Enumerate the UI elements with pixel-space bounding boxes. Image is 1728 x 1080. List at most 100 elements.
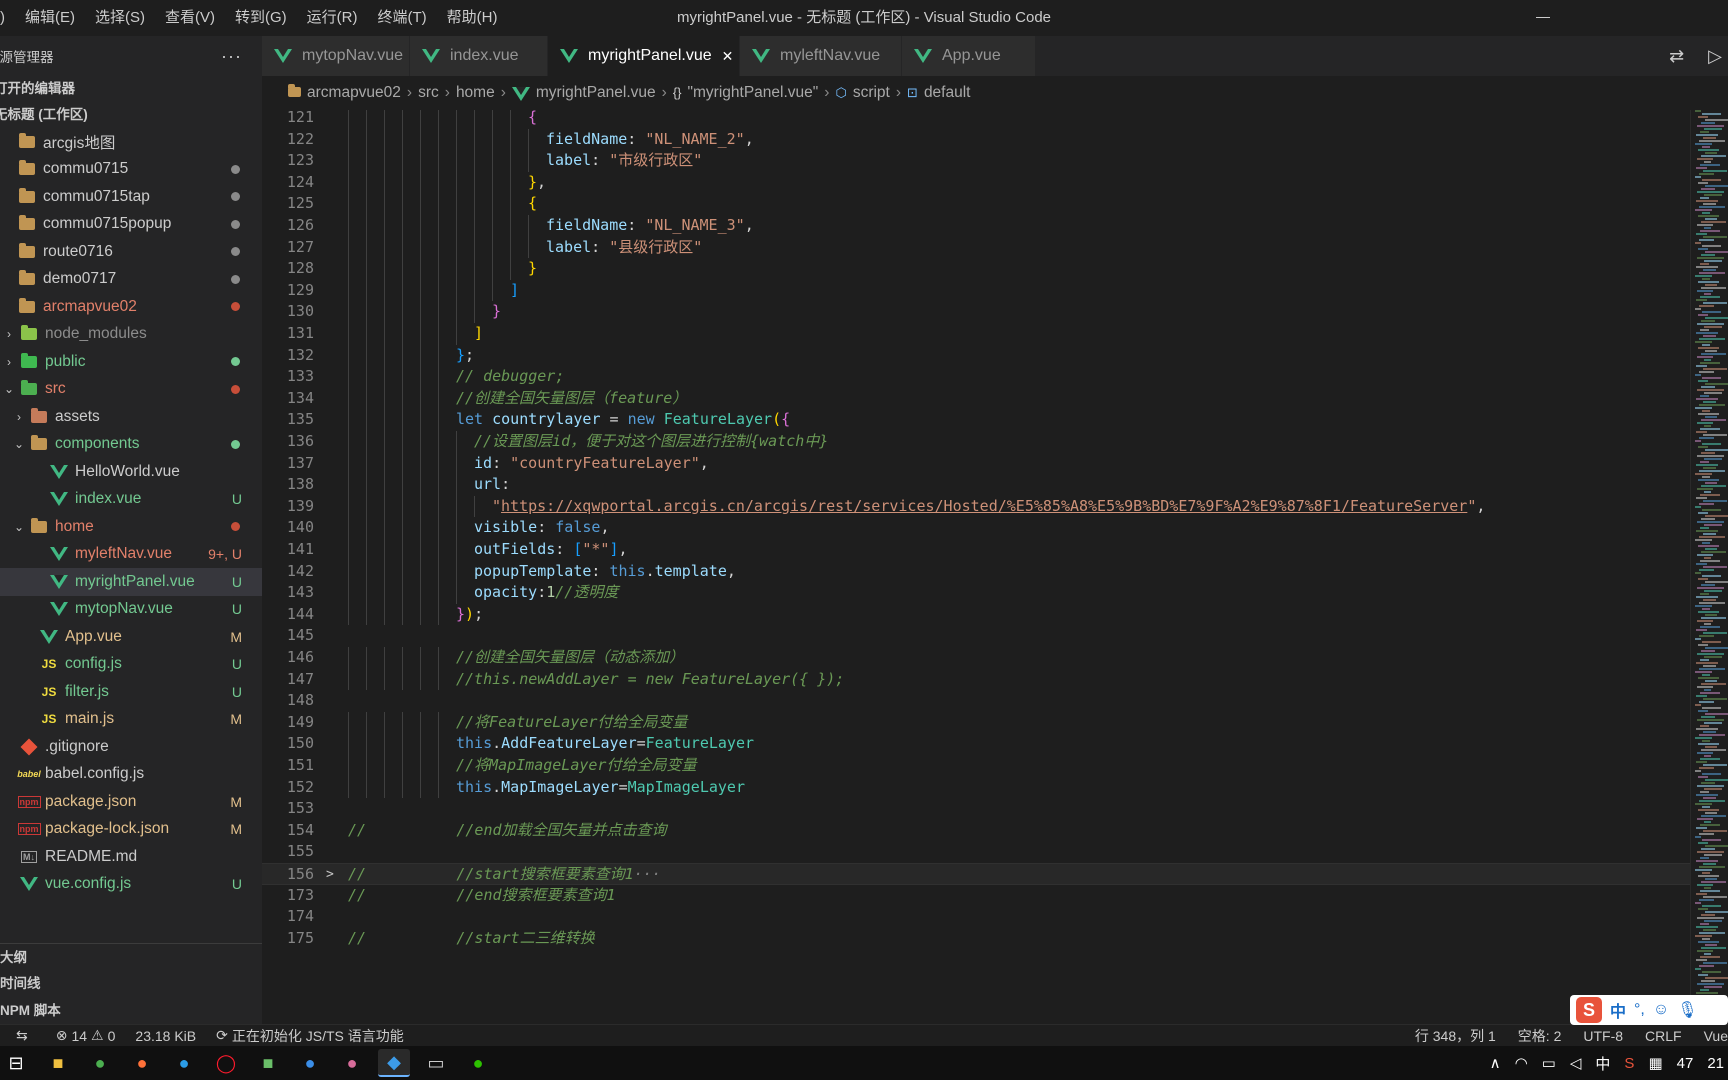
menu-item[interactable]: 选择(S) xyxy=(85,0,155,36)
clock[interactable]: 21 xyxy=(1707,1055,1724,1072)
menu-item[interactable]: 运行(R) xyxy=(297,0,368,36)
tree-item[interactable]: npm package-lock.json M xyxy=(0,816,262,844)
tree-item[interactable]: myleftNav.vue 9+, U xyxy=(0,541,262,569)
app-icon[interactable]: ■ xyxy=(252,1049,284,1077)
line-number: 154 xyxy=(286,820,314,839)
wechat-icon[interactable]: ● xyxy=(462,1049,494,1077)
outline-section[interactable]: 大纲 xyxy=(0,943,262,970)
indentation[interactable]: 空格: 2 xyxy=(1518,1026,1562,1046)
npm-scripts-section[interactable]: NPM 脚本 xyxy=(0,997,262,1024)
tree-item[interactable]: vue.config.js U xyxy=(0,871,262,899)
task-status[interactable]: ⟳ 正在初始化 JS/TS 语言功能 xyxy=(216,1026,404,1046)
sogou-tray-icon[interactable]: S xyxy=(1624,1055,1634,1072)
breadcrumb-item[interactable]: ⬡ script xyxy=(835,84,889,102)
open-changes-icon[interactable]: ⇄ xyxy=(1669,46,1684,67)
tab-myrightpanel[interactable]: myrightPanel.vue ✕ xyxy=(548,36,740,76)
tab-myleftnav[interactable]: myleftNav.vue xyxy=(740,36,902,76)
open-editors-section[interactable]: 打开的编辑器 xyxy=(0,76,262,102)
tree-item[interactable]: JS filter.js U xyxy=(0,678,262,706)
more-actions-icon[interactable]: ··· xyxy=(221,46,242,67)
chrome-icon[interactable]: ● xyxy=(84,1049,116,1077)
microphone-icon[interactable]: 🎙 xyxy=(1677,1000,1697,1020)
tree-item[interactable]: index.vue U xyxy=(0,486,262,514)
tray-expand-icon[interactable]: ∧ xyxy=(1490,1054,1501,1072)
ime-mode[interactable]: 中 xyxy=(1610,998,1626,1022)
terminal-icon[interactable]: ▭ xyxy=(420,1049,452,1077)
run-icon[interactable]: ▷ xyxy=(1708,46,1722,67)
tree-item[interactable]: › public xyxy=(0,348,262,376)
tree-item[interactable]: myrightPanel.vue U xyxy=(0,568,262,596)
error-icon: ⊗ xyxy=(55,1027,68,1043)
tree-item[interactable]: ⌄ components xyxy=(0,431,262,459)
breadcrumb-item[interactable]: arcmapvue02 xyxy=(288,84,401,102)
menu-item[interactable]: 终端(T) xyxy=(368,0,437,36)
encoding[interactable]: UTF-8 xyxy=(1583,1028,1623,1044)
tree-item[interactable]: commu0715 xyxy=(0,156,262,184)
minimap-line xyxy=(1703,929,1716,931)
tree-item[interactable]: App.vue M xyxy=(0,623,262,651)
network-icon[interactable]: ◠ xyxy=(1515,1054,1528,1072)
fold-chevron-icon[interactable]: > xyxy=(326,864,334,886)
tree-item[interactable]: route0716 xyxy=(0,238,262,266)
tab-app[interactable]: App.vue xyxy=(902,36,1036,76)
breadcrumb-item[interactable]: ⊡ default xyxy=(907,84,970,102)
tree-item[interactable]: M↓ README.md xyxy=(0,843,262,871)
tree-item[interactable]: .gitignore xyxy=(0,733,262,761)
menu-item[interactable]: ) xyxy=(0,0,15,36)
menu-item[interactable]: 帮助(H) xyxy=(437,0,508,36)
code-editor[interactable]: 121 {122 fieldName: "NL_NAME_2", 123 label: … xyxy=(262,110,1690,1024)
battery-icon[interactable]: ▭ xyxy=(1542,1054,1556,1072)
tree-item[interactable]: › node_modules xyxy=(0,321,262,349)
edge-icon[interactable]: ● xyxy=(168,1049,200,1077)
tree-item[interactable]: babel babel.config.js xyxy=(0,761,262,789)
vscode-icon[interactable]: ◆ xyxy=(378,1049,410,1077)
minimap-line xyxy=(1705,251,1728,253)
ime-toolbar[interactable]: S 中 °, ☺ 🎙 xyxy=(1570,995,1728,1025)
breadcrumb-item[interactable]: {} "myrightPanel.vue" xyxy=(673,84,818,102)
tree-item[interactable]: mytopNav.vue U xyxy=(0,596,262,624)
cursor-position[interactable]: 行 348，列 1 xyxy=(1415,1026,1496,1046)
ime-punct[interactable]: °, xyxy=(1634,1001,1645,1019)
tray-notification-icon[interactable]: ▦ xyxy=(1648,1054,1662,1072)
tray-language[interactable]: 中 xyxy=(1595,1053,1610,1074)
tree-item[interactable]: demo0717 xyxy=(0,266,262,294)
indent-guide xyxy=(348,647,349,669)
tree-item[interactable]: ⌄ home xyxy=(0,513,262,541)
tree-item[interactable]: HelloWorld.vue xyxy=(0,458,262,486)
breadcrumb-item[interactable]: home xyxy=(456,84,495,102)
tree-item[interactable]: commu0715popup xyxy=(0,211,262,239)
tree-item[interactable]: › assets xyxy=(0,403,262,431)
tree-item[interactable]: arcmapvue02 xyxy=(0,293,262,321)
timeline-section[interactable]: 时间线 xyxy=(0,970,262,997)
file-explorer-icon[interactable]: ■ xyxy=(42,1049,74,1077)
minimap[interactable] xyxy=(1690,110,1728,1024)
media-icon[interactable]: ● xyxy=(336,1049,368,1077)
tree-item[interactable]: JS config.js U xyxy=(0,651,262,679)
firefox-icon[interactable]: ● xyxy=(126,1049,158,1077)
tab-mytopnav[interactable]: mytopNav.vue xyxy=(262,36,410,76)
tree-item[interactable]: commu0715tap xyxy=(0,183,262,211)
tree-item[interactable]: ⌄ src xyxy=(0,376,262,404)
remote-icon[interactable]: ⇆ xyxy=(16,1027,28,1044)
task-view-icon[interactable]: ⊟ xyxy=(0,1049,32,1077)
breadcrumb-item[interactable]: src xyxy=(418,84,439,102)
tree-item[interactable]: npm package.json M xyxy=(0,788,262,816)
tree-item[interactable]: JS main.js M xyxy=(0,706,262,734)
opera-icon[interactable]: ◯ xyxy=(210,1049,242,1077)
volume-icon[interactable]: ◁ xyxy=(1570,1054,1582,1072)
close-icon[interactable]: ✕ xyxy=(722,48,734,65)
workspace-section[interactable]: 无标题 (工作区) xyxy=(0,102,262,128)
menu-item[interactable]: 编辑(E) xyxy=(15,0,85,36)
menu-item[interactable]: 查看(V) xyxy=(155,0,225,36)
menu-item[interactable]: 转到(G) xyxy=(225,0,297,36)
tab-index[interactable]: index.vue xyxy=(410,36,548,76)
breadcrumb-item[interactable]: myrightPanel.vue xyxy=(511,84,656,102)
minimize-button[interactable] xyxy=(1532,0,1556,36)
browser-icon[interactable]: ● xyxy=(294,1049,326,1077)
indent-guide xyxy=(366,128,367,151)
language-mode[interactable]: Vue xyxy=(1704,1028,1728,1044)
problems-indicator[interactable]: ⊗ 14 ⚠ 0 xyxy=(56,1027,116,1044)
emoji-icon[interactable]: ☺ xyxy=(1653,1001,1669,1019)
line-ending[interactable]: CRLF xyxy=(1645,1028,1682,1044)
tree-item[interactable]: arcgis地图 xyxy=(0,128,262,156)
